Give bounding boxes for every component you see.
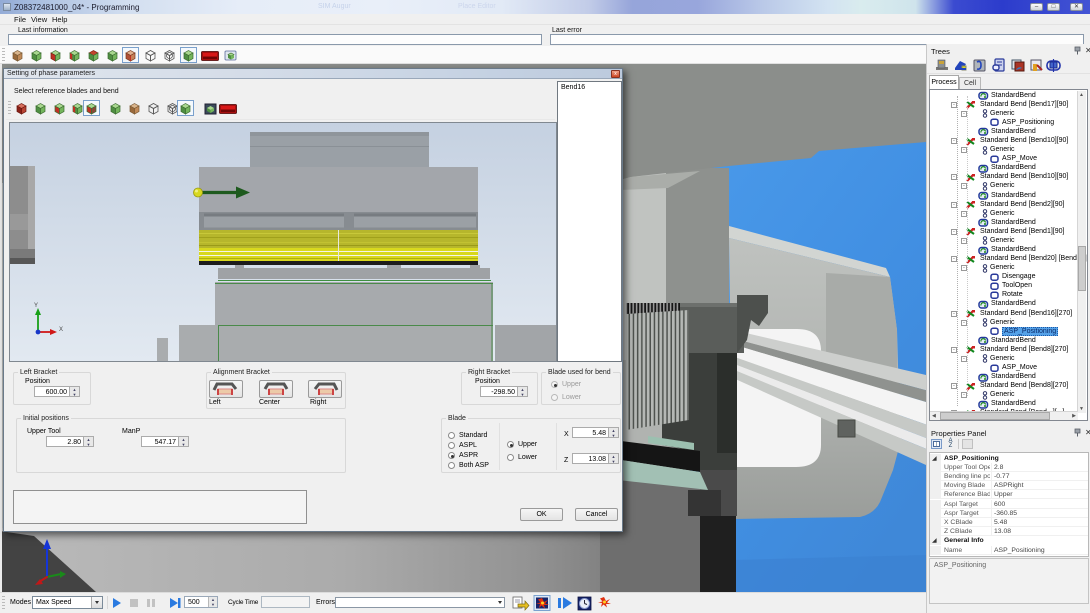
- svg-text:Y: Y: [34, 303, 38, 309]
- svg-text:X: X: [59, 327, 63, 333]
